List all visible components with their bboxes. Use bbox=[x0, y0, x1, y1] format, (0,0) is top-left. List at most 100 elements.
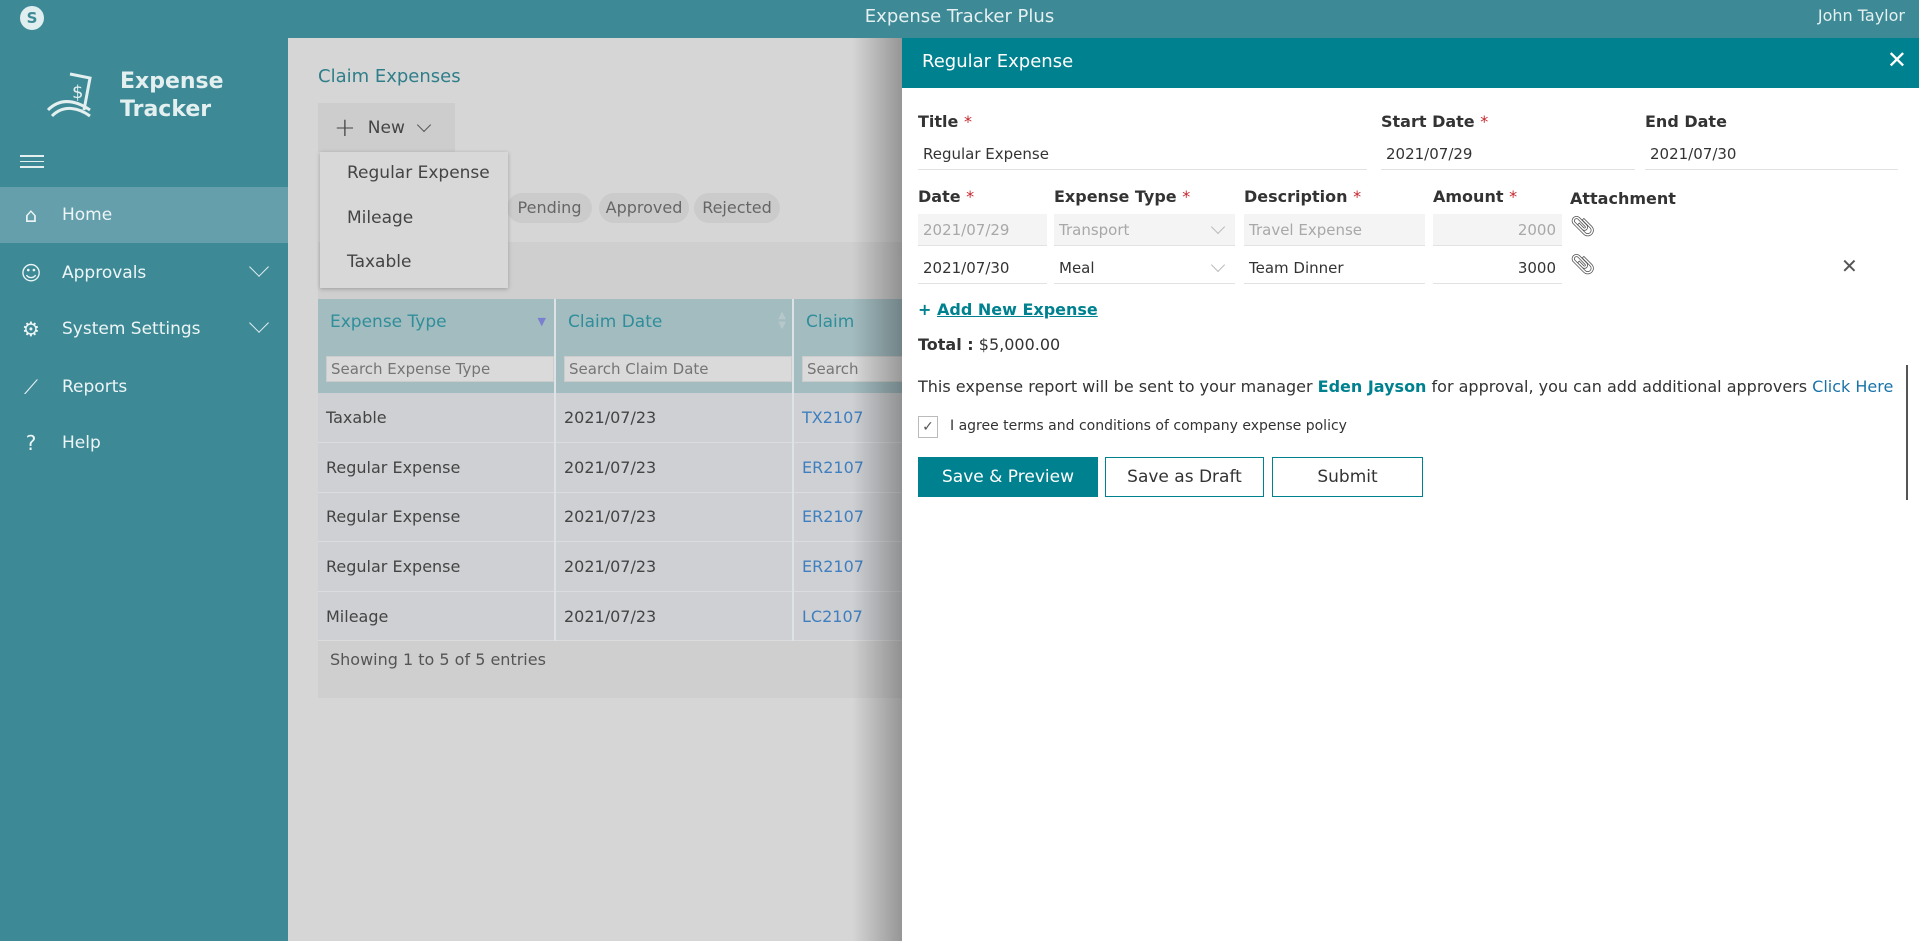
line-1-amount: 2000 bbox=[1433, 214, 1562, 246]
filter-pending[interactable]: Pending bbox=[507, 193, 592, 223]
cell-claim-date: 2021/07/23 bbox=[555, 591, 794, 642]
sort-desc-icon: ▼ bbox=[537, 315, 546, 328]
attachment-icon[interactable]: 📎︎ bbox=[1570, 214, 1595, 238]
cell-expense-type: Regular Expense bbox=[318, 541, 556, 592]
cell-claim-date: 2021/07/23 bbox=[555, 393, 794, 444]
chevron-down-icon bbox=[1210, 219, 1226, 235]
sidebar-item-label: Help bbox=[62, 433, 101, 453]
column-header-claim-date[interactable]: Claim Date ▲ ▼ bbox=[555, 299, 794, 345]
start-date-label: Start Date * bbox=[1381, 112, 1489, 131]
line-2-date[interactable]: 2021/07/30 bbox=[918, 252, 1047, 284]
user-name[interactable]: John Taylor bbox=[1818, 6, 1905, 25]
gear-icon: ⚙ bbox=[22, 317, 40, 341]
column-label: Claim Date bbox=[568, 312, 663, 332]
table-footer: Showing 1 to 5 of 5 entries bbox=[330, 650, 546, 669]
manager-name: Eden Jayson bbox=[1317, 377, 1427, 396]
logo[interactable]: $ Expense Tracker bbox=[46, 68, 252, 128]
title-input[interactable]: Regular Expense bbox=[918, 138, 1367, 170]
svg-text:$: $ bbox=[72, 82, 83, 103]
click-here-link[interactable]: Click Here bbox=[1812, 377, 1893, 396]
search-expense-type-input[interactable] bbox=[326, 356, 554, 382]
title-label: Title * bbox=[918, 112, 972, 131]
cell-expense-type: Regular Expense bbox=[318, 442, 556, 493]
end-date-label: End Date bbox=[1645, 112, 1727, 131]
amount-column-label: Amount * bbox=[1433, 187, 1518, 206]
attachment-column-label: Attachment bbox=[1570, 189, 1676, 208]
submit-button[interactable]: Submit bbox=[1272, 457, 1423, 497]
add-new-expense-label: Add New Expense bbox=[936, 300, 1098, 319]
new-button-label: New bbox=[367, 117, 405, 138]
filter-approved[interactable]: Approved bbox=[599, 193, 689, 223]
new-button[interactable]: + New bbox=[318, 103, 455, 152]
new-dropdown-menu: Regular Expense Mileage Taxable bbox=[320, 152, 508, 288]
home-icon: ⌂ bbox=[24, 203, 38, 227]
save-draft-button[interactable]: Save as Draft bbox=[1105, 457, 1264, 497]
scrollbar[interactable] bbox=[1906, 365, 1908, 500]
sidebar-item-label: System Settings bbox=[62, 319, 201, 339]
cell-expense-type: Regular Expense bbox=[318, 492, 556, 543]
line-2-expense-type[interactable]: Meal bbox=[1054, 252, 1235, 284]
chevron-down-icon bbox=[249, 257, 269, 277]
sidebar-item-reports[interactable]: ⟋ Reports bbox=[0, 359, 288, 415]
cell-claim-date: 2021/07/23 bbox=[555, 492, 794, 543]
plus-icon: + bbox=[334, 112, 356, 143]
search-cell bbox=[318, 345, 556, 393]
menu-item-mileage[interactable]: Mileage bbox=[347, 208, 413, 228]
plus-icon: + bbox=[918, 300, 937, 319]
end-date-input[interactable]: 2021/07/30 bbox=[1645, 138, 1898, 170]
agree-checkbox[interactable]: ✓ bbox=[918, 416, 938, 438]
column-label: Expense Type bbox=[330, 312, 447, 332]
expense-tracker-logo-icon: $ bbox=[46, 72, 92, 118]
main-content: Claim Expenses Pending Approved Rejected… bbox=[288, 38, 1032, 941]
close-icon[interactable]: ✕ bbox=[1887, 46, 1907, 74]
panel-title: Regular Expense bbox=[922, 51, 1074, 72]
add-new-expense-link[interactable]: + Add New Expense bbox=[918, 300, 1098, 319]
cell-expense-type: Mileage bbox=[318, 591, 556, 642]
regular-expense-panel: Regular Expense ✕ Title * Regular Expens… bbox=[902, 38, 1919, 941]
menu-item-regular-expense[interactable]: Regular Expense bbox=[347, 163, 490, 183]
question-icon: ? bbox=[25, 431, 37, 455]
expense-type-column-label: Expense Type * bbox=[1054, 187, 1191, 206]
menu-item-taxable[interactable]: Taxable bbox=[347, 252, 411, 272]
cell-claim-date: 2021/07/23 bbox=[555, 541, 794, 592]
description-column-label: Description * bbox=[1244, 187, 1362, 206]
attachment-icon[interactable]: 📎︎ bbox=[1570, 252, 1595, 276]
top-bar: S Expense Tracker Plus John Taylor bbox=[0, 0, 1919, 38]
line-1-date: 2021/07/29 bbox=[918, 214, 1047, 246]
claims-table: Expense Type ▼ Claim Date ▲▼ Claim Taxable… bbox=[318, 242, 1032, 698]
line-1-expense-type: Transport bbox=[1054, 214, 1235, 246]
column-header-expense-type[interactable]: Expense Type ▼ bbox=[318, 299, 556, 345]
logo-line-2: Tracker bbox=[120, 97, 212, 122]
total-value: $5,000.00 bbox=[978, 335, 1061, 354]
approval-message: This expense report will be sent to your… bbox=[918, 377, 1894, 396]
sidebar-item-label: Approvals bbox=[62, 263, 147, 283]
sort-icon: ▲ ▼ bbox=[778, 310, 786, 331]
filter-rejected[interactable]: Rejected bbox=[694, 193, 780, 223]
line-2-description[interactable]: Team Dinner bbox=[1244, 252, 1425, 284]
search-claim-date-input[interactable] bbox=[564, 356, 792, 382]
chevron-down-icon bbox=[1210, 257, 1226, 273]
start-date-input[interactable]: 2021/07/29 bbox=[1381, 138, 1635, 170]
search-cell bbox=[555, 345, 794, 393]
cell-expense-type: Taxable bbox=[318, 393, 556, 444]
hamburger-menu-icon[interactable] bbox=[20, 151, 44, 172]
chevron-down-icon bbox=[416, 117, 431, 132]
sidebar-item-help[interactable]: ? Help bbox=[0, 415, 288, 471]
total: Total : $5,000.00 bbox=[918, 335, 1060, 354]
sidebar-item-system-settings[interactable]: ⚙ System Settings bbox=[0, 301, 288, 357]
date-column-label: Date * bbox=[918, 187, 975, 206]
line-2-amount[interactable]: 3000 bbox=[1433, 252, 1562, 284]
cell-claim-date: 2021/07/23 bbox=[555, 442, 794, 493]
sidebar-item-approvals[interactable]: ☺ Approvals bbox=[0, 245, 288, 301]
save-preview-button[interactable]: Save & Preview bbox=[918, 457, 1098, 497]
app-title: Expense Tracker Plus bbox=[864, 6, 1055, 27]
sidebar-item-label: Home bbox=[62, 205, 113, 225]
page-title: Claim Expenses bbox=[318, 66, 461, 87]
panel-header: Regular Expense ✕ bbox=[902, 38, 1919, 88]
chart-icon: ⟋ bbox=[24, 375, 38, 399]
sidebar-item-home[interactable]: ⌂ Home bbox=[0, 187, 288, 243]
chevron-down-icon bbox=[249, 313, 269, 333]
delete-line-icon[interactable]: ✕ bbox=[1841, 254, 1858, 278]
total-label: Total : bbox=[918, 335, 974, 354]
sidebar-item-label: Reports bbox=[62, 377, 128, 397]
